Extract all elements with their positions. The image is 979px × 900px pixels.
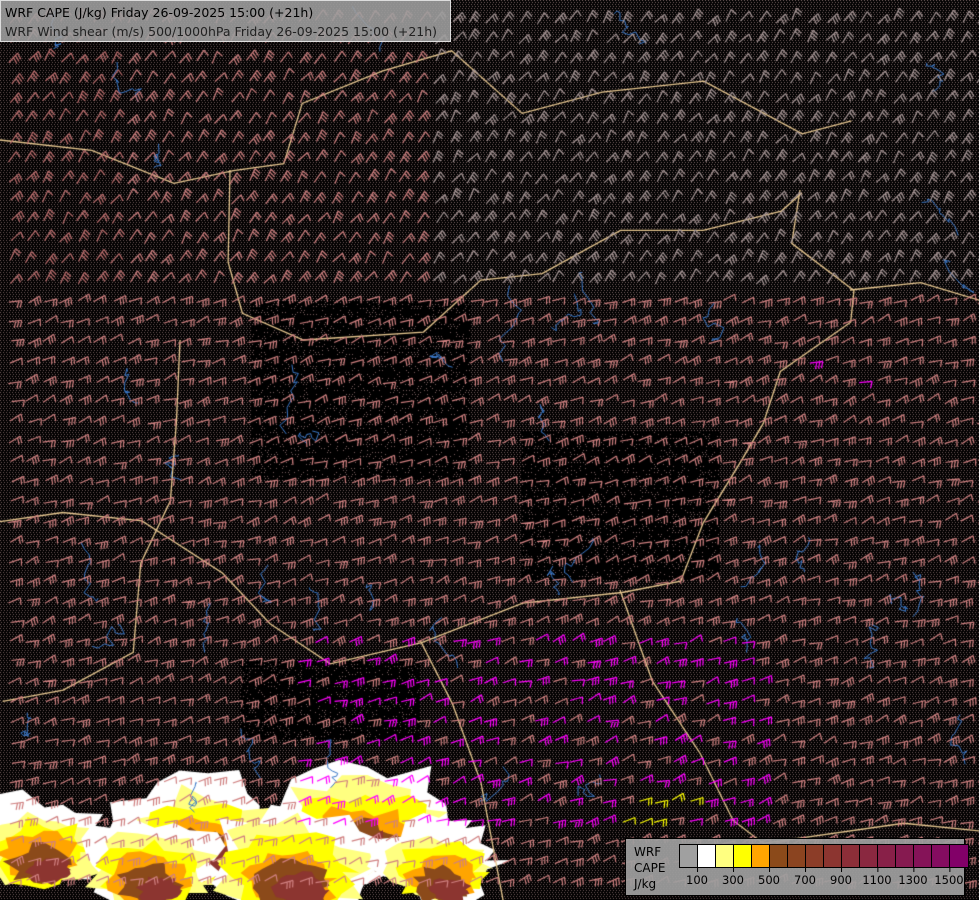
legend-swatch [788,845,806,867]
legend-swatch [860,845,878,867]
legend-swatch [914,845,932,867]
legend-swatch [752,845,770,867]
legend-label-model: WRF [634,845,662,859]
map-title-box: WRF CAPE (J/kg) Friday 26-09-2025 15:00 … [0,0,451,42]
legend-swatch [770,845,788,867]
legend-swatch [878,845,896,867]
legend-ticks: 100 300 500 700 900 1100 1300 1500 [679,867,969,893]
legend-swatch [896,845,914,867]
legend-color-scale [679,844,969,868]
legend-tick-label: 500 [758,867,780,887]
legend-swatch [680,845,698,867]
legend-label-unit: J/kg [634,877,657,891]
legend-swatch [734,845,752,867]
legend-swatch [716,845,734,867]
legend-swatch [932,845,950,867]
legend-tick-label: 1300 [898,867,928,887]
wind-shear-title: WRF Wind shear (m/s) 500/1000hPa Friday … [5,24,438,39]
cape-title: WRF CAPE (J/kg) Friday 26-09-2025 15:00 … [5,5,314,20]
legend-tick-label: 300 [722,867,744,887]
legend-swatch [824,845,842,867]
cape-wind-shear-map[interactable] [0,0,979,900]
legend-label-variable: CAPE [634,861,666,875]
legend-swatch [806,845,824,867]
legend-tick-label: 900 [830,867,852,887]
weather-map-view: WRF CAPE (J/kg) Friday 26-09-2025 15:00 … [0,0,979,900]
legend-tick-label: 1100 [862,867,892,887]
legend-swatch [950,845,968,867]
legend-swatch [698,845,716,867]
legend-tick-label: 100 [686,867,708,887]
legend-tick-label: 700 [794,867,816,887]
legend-swatch [842,845,860,867]
legend-tick-label: 1500 [934,867,964,887]
cape-legend: WRF CAPE J/kg 100 300 500 700 900 1100 1300 150… [625,838,969,896]
